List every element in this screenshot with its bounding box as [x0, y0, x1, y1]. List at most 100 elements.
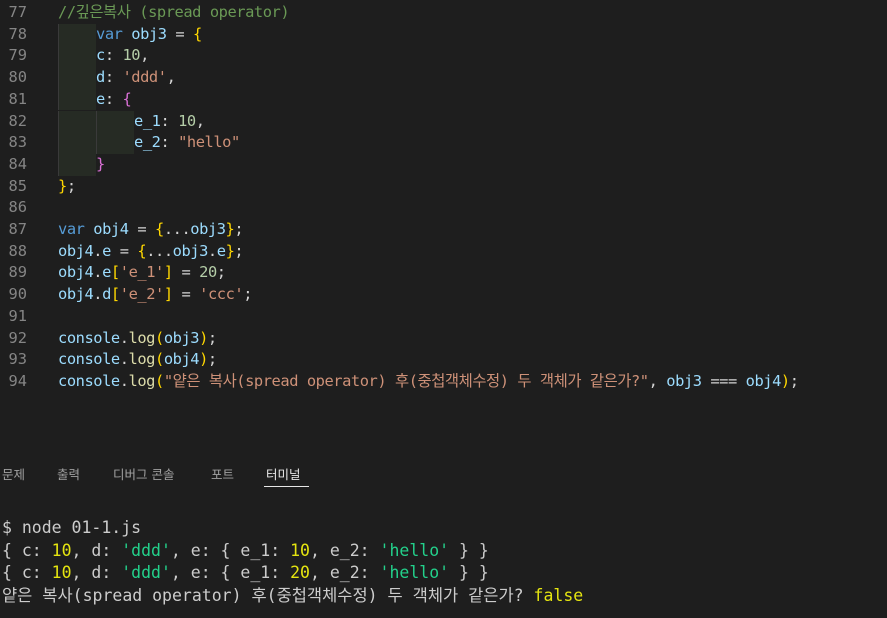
code-token: obj4 [58, 241, 94, 260]
tab-debug-console[interactable]: 디버그 콘솔 [113, 464, 174, 483]
code-line[interactable]: 89 obj4.e['e_1'] = 20; [0, 262, 887, 284]
indent-guide [96, 110, 134, 133]
terminal-token: , d: [71, 563, 122, 582]
terminal-token: 'hello' [379, 540, 450, 560]
code-line[interactable]: 79 c: 10, [0, 45, 887, 68]
code-token: obj4 [58, 263, 94, 282]
line-number: 88 [8, 241, 27, 260]
code-token: ; [207, 350, 217, 369]
code-text: var obj3 = { [96, 24, 202, 46]
line-number: 92 [8, 328, 27, 347]
indent-guide [58, 110, 96, 133]
tab-terminal[interactable]: 터미널 [266, 464, 301, 483]
code-token: { [155, 220, 164, 238]
code-token: . [119, 371, 129, 390]
code-token: ] [163, 285, 173, 304]
code-token: console [58, 328, 120, 347]
line-number: 93 [8, 350, 27, 369]
code-token: e_1 [134, 111, 161, 130]
code-line[interactable]: 78 var obj3 = { [0, 23, 887, 46]
code-text: console.log(obj4); [58, 349, 217, 371]
line-number: 90 [8, 285, 27, 304]
code-line[interactable]: 80 d: 'ddd', [0, 67, 887, 89]
terminal-token: } } [449, 540, 489, 560]
panel-tab-bar: 문제 출력 디버그 콘솔 포트 터미널 [0, 457, 887, 489]
code-token: , [140, 46, 149, 65]
code-line[interactable]: 84} [0, 153, 887, 176]
terminal-token: 10 [51, 563, 72, 582]
code-token: 'e_1' [119, 263, 165, 282]
code-token: ; [243, 285, 253, 304]
code-token: obj4 [745, 371, 782, 390]
code-line[interactable]: 81 e: { [0, 88, 887, 111]
code-token: obj3 [163, 328, 200, 347]
code-line[interactable]: 90 obj4.d['e_2'] = 'ccc'; [0, 284, 887, 306]
code-line[interactable]: 85}; [0, 176, 887, 198]
code-token: , [195, 111, 205, 130]
code-line[interactable]: 94 console.log("얕은 복사(spread operator) 후(… [0, 371, 887, 393]
code-token: , [166, 68, 176, 87]
code-line[interactable]: 83 e_2: "hello" [0, 132, 887, 154]
code-text: console.log("얕은 복사(spread operator) 후(중첩… [58, 371, 799, 393]
code-token: = [166, 24, 193, 43]
code-token: obj4 [58, 285, 94, 304]
code-token: 'e_2' [119, 285, 165, 304]
code-token: console [58, 350, 120, 369]
line-number: 79 [8, 46, 27, 65]
terminal-token: { c: [2, 563, 52, 582]
code-editor[interactable]: 77 //깊은복사 (spread operator) 78 var obj3 = {… [0, 0, 887, 445]
code-text: obj4.e['e_1'] = 20; [58, 262, 226, 284]
code-token: : [160, 111, 179, 130]
terminal-token: , e_2: [309, 563, 380, 582]
code-text: console.log(obj3); [58, 328, 217, 350]
code-text: var obj4 = {...obj3}; [58, 219, 244, 241]
code-token: = [172, 285, 200, 304]
code-token: ; [234, 220, 244, 238]
tab-output[interactable]: 출력 [57, 464, 80, 483]
code-text: e_1: 10, [134, 111, 205, 133]
code-token: "얕은 복사(spread operator) 후(중첩객체수정) 두 객체가 … [163, 371, 649, 390]
code-token: ; [66, 176, 76, 195]
code-token: "hello" [178, 133, 240, 152]
terminal-token: 20 [290, 563, 310, 582]
code-text: c: 10, [96, 45, 149, 67]
code-text: obj4.e = {...obj3.e}; [58, 241, 244, 263]
line-number: 84 [8, 154, 27, 173]
indent-guide [58, 45, 96, 68]
tab-ports[interactable]: 포트 [211, 464, 234, 483]
line-number: 89 [8, 263, 27, 282]
code-token: : [160, 133, 179, 152]
code-line[interactable]: 77 //깊은복사 (spread operator) [0, 2, 887, 24]
code-token: ( [155, 350, 164, 369]
code-text: d: 'ddd', [96, 67, 176, 89]
code-token: obj3 [131, 24, 167, 43]
line-number: 94 [8, 371, 27, 390]
code-token: . [119, 350, 129, 369]
code-token: log [128, 350, 156, 369]
code-token: 'ccc' [199, 285, 244, 304]
code-token: 20 [199, 263, 217, 282]
code-token: ) [199, 328, 208, 347]
code-line[interactable]: 82 e_1: 10, [0, 110, 887, 133]
terminal-token: 'ddd' [121, 563, 171, 582]
tab-problems[interactable]: 문제 [2, 464, 25, 483]
indent-guide [58, 67, 96, 89]
code-line[interactable]: 86 [0, 197, 887, 219]
code-line[interactable]: 93 console.log(obj4); [0, 349, 887, 371]
code-token: obj3 [190, 220, 226, 238]
active-tab-indicator [264, 486, 309, 487]
code-token: ; [234, 241, 244, 260]
code-token: ) [780, 371, 790, 390]
code-text: } [96, 154, 105, 176]
code-line[interactable]: 88 obj4.e = {...obj3.e}; [0, 241, 887, 263]
code-token: e [216, 241, 226, 260]
code-token: var [58, 220, 85, 238]
code-token: 10 [178, 111, 196, 130]
code-line[interactable]: 87 var obj4 = {...obj3}; [0, 219, 887, 241]
code-line[interactable]: 92 console.log(obj3); [0, 328, 887, 350]
code-line[interactable]: 91 [0, 306, 887, 328]
terminal-output-line: 얕은 복사(spread operator) 후(중첩객체수정) 두 객체가 같… [2, 585, 583, 608]
bottom-panel: 문제 출력 디버그 콘솔 포트 터미널 $ node 01-1.js{ c: 10, d… [0, 445, 887, 618]
